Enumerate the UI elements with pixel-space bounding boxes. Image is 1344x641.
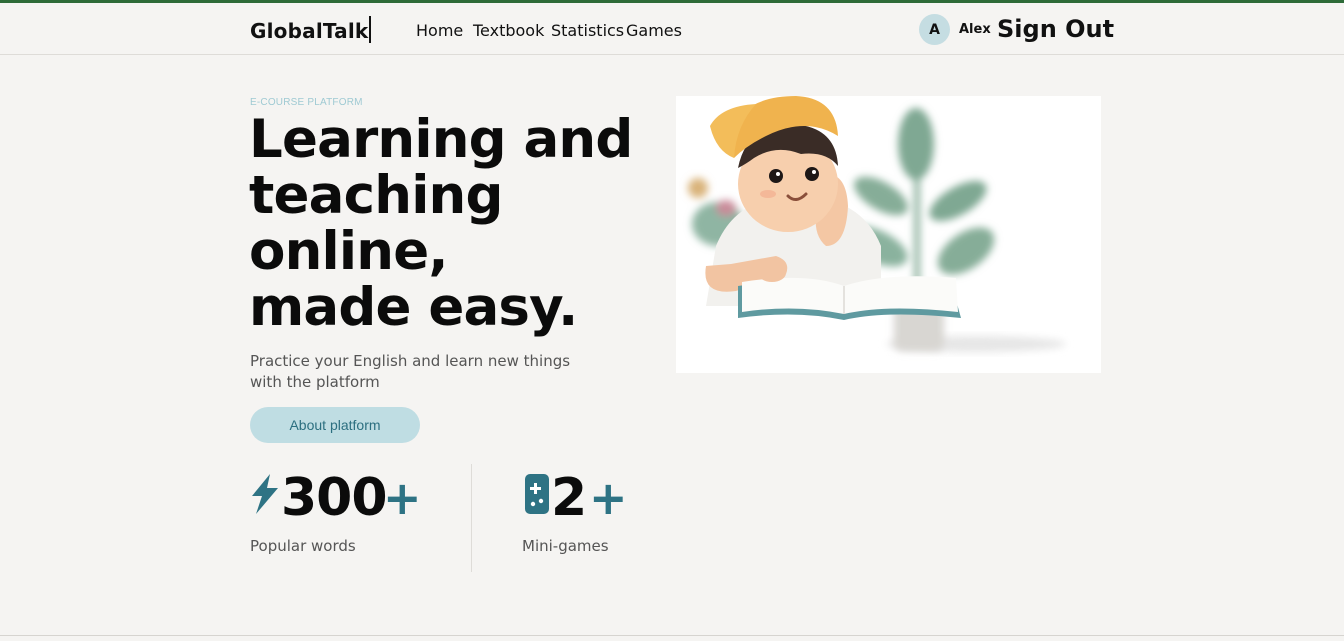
stats-divider <box>471 464 472 572</box>
stat-suffix: + <box>383 471 422 525</box>
gamepad-icon <box>525 474 549 514</box>
sign-out-button[interactable]: Sign Out <box>997 15 1114 43</box>
page-title: Learning and teaching online, made easy. <box>249 112 669 336</box>
boy-reading-book-illustration <box>676 96 1101 373</box>
stat-label: Mini-games <box>522 537 609 555</box>
nav-games[interactable]: Games <box>626 21 682 40</box>
headline-line: Learning and <box>249 109 633 170</box>
stat-number: 300 <box>281 468 388 528</box>
username: Alex <box>959 22 991 37</box>
header: GlobalTalk Home Textbook Statistics Game… <box>0 3 1344 55</box>
eyebrow-label: E-COURSE PLATFORM <box>250 97 363 108</box>
logo-divider <box>369 16 371 43</box>
nav-home[interactable]: Home <box>416 21 463 40</box>
headline-line: online, <box>249 221 449 282</box>
nav-textbook[interactable]: Textbook <box>473 21 544 40</box>
headline-line: teaching <box>249 165 503 226</box>
stat-number: 2 <box>551 468 587 528</box>
about-platform-button[interactable]: About platform <box>250 407 420 443</box>
nav-statistics[interactable]: Statistics <box>551 21 624 40</box>
footer-divider <box>0 635 1344 636</box>
headline-line: made easy. <box>249 277 578 338</box>
stat-label: Popular words <box>250 537 356 555</box>
stat-suffix: + <box>589 471 628 525</box>
lightning-bolt-icon <box>252 474 278 514</box>
hero-subtext: Practice your English and learn new thin… <box>250 352 571 391</box>
logo[interactable]: GlobalTalk <box>250 19 368 43</box>
avatar[interactable]: A <box>919 14 950 45</box>
